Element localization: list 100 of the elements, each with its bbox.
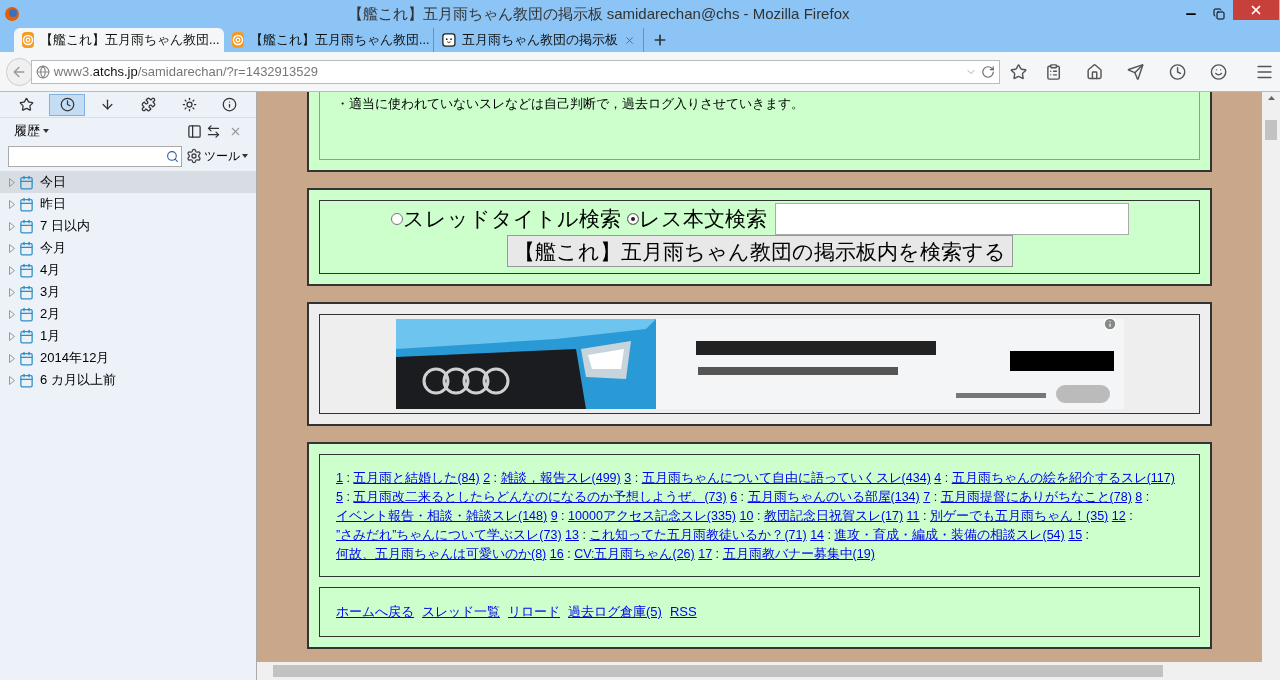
clock-icon[interactable] — [48, 93, 86, 116]
notice-text: ・適当に使われていないスレなどは自己判断で，過去ログ入りさせていきます。 — [336, 95, 805, 113]
reading-list-icon[interactable] — [1045, 62, 1063, 81]
smiley-icon[interactable] — [1209, 62, 1227, 81]
restore-icon — [1213, 8, 1225, 20]
history-item[interactable]: 3月 — [0, 281, 256, 303]
thread-title-link[interactable]: 五月雨ちゃんの絵を紹介するスレ(117) — [951, 471, 1175, 485]
calendar-icon — [19, 174, 34, 190]
panel-icon[interactable] — [187, 123, 202, 139]
history-item[interactable]: 2014年12月 — [0, 347, 256, 369]
clock-icon[interactable] — [1168, 62, 1186, 81]
calendar-icon — [19, 328, 34, 344]
thread-title-link[interactable]: CV:五月雨ちゃん(26) — [574, 547, 695, 561]
thread-title-link[interactable]: 教団記念日祝賀スレ(17) — [763, 509, 904, 523]
scrollbar-thumb[interactable] — [273, 665, 1163, 677]
history-item[interactable]: 1月 — [0, 325, 256, 347]
thread-number-link[interactable]: 7 — [923, 490, 931, 504]
expand-triangle-icon[interactable] — [9, 199, 15, 209]
paper-plane-icon[interactable] — [1127, 62, 1145, 81]
reload-icon[interactable] — [980, 64, 995, 79]
search-icon — [166, 149, 179, 163]
window-title: 【艦これ】五月雨ちゃん教団の掲示板 samidarechan@chs - Mozilla Firefox — [346, 3, 851, 24]
caret-icon — [43, 129, 49, 133]
scrollbar-thumb[interactable] — [1265, 120, 1277, 140]
history-item[interactable]: 7 日以内 — [0, 215, 256, 237]
thread-title-link[interactable]: 五月雨ちゃんについて自由に語っていくスレ(434) — [641, 471, 931, 485]
thread-number-link[interactable]: 17 — [698, 547, 713, 561]
sidebar-title-dropdown[interactable]: 履歴 — [14, 121, 49, 141]
separator-text: : — [561, 509, 565, 523]
thread-title-link[interactable]: 別ゲーでも五月雨ちゃん！(35) — [930, 509, 1109, 523]
radio-button[interactable] — [626, 213, 639, 225]
radio-label[interactable]: スレッドタイトル検索 — [402, 203, 621, 235]
radio-label[interactable]: レス本文検索 — [638, 203, 767, 235]
expand-triangle-icon[interactable] — [9, 265, 15, 275]
scroll-up-arrow-icon[interactable] — [1267, 96, 1275, 100]
thread-number-link[interactable]: 12 — [1111, 509, 1126, 523]
address-bar[interactable]: www3.atchs.jp/samidarechan/?r=1432913529 — [30, 59, 1000, 84]
thread-number-link[interactable]: 9 — [550, 509, 558, 523]
expand-triangle-icon[interactable] — [9, 353, 15, 363]
footer-link[interactable]: スレッド一覧 — [422, 602, 500, 622]
thread-title-link[interactable]: 五月雨提督にありがちなこと(78) — [940, 490, 1132, 504]
thread-number-link[interactable]: 16 — [549, 547, 564, 561]
vertical-scrollbar[interactable] — [1262, 92, 1280, 662]
thread-number-link[interactable]: 8 — [1135, 490, 1143, 504]
horizontal-scrollbar[interactable] — [257, 662, 1280, 680]
search-field[interactable] — [8, 145, 182, 167]
thread-number-link[interactable]: 10 — [739, 509, 754, 523]
history-item[interactable]: 4月 — [0, 259, 256, 281]
radio-button[interactable] — [390, 213, 403, 225]
expand-triangle-icon[interactable] — [9, 243, 15, 253]
history-item[interactable]: 昨日 — [0, 193, 256, 215]
thread-title-link[interactable]: ”さみだれ”ちゃんについて学ぶスレ(73) — [336, 528, 562, 542]
tab-title: 【艦これ】五月雨ちゃん教団... — [250, 31, 430, 49]
footer-link[interactable]: リロード — [508, 602, 560, 622]
search-field[interactable] — [774, 203, 1129, 235]
thread-number-link[interactable]: 1 — [336, 471, 343, 485]
bookmark-star-icon[interactable] — [1009, 62, 1028, 81]
new-tab-icon[interactable] — [652, 32, 668, 48]
thread-number-link[interactable]: 5 — [336, 490, 343, 504]
thread-title-link[interactable]: 雑談，報告スレ(499) — [500, 471, 621, 485]
thread-title-link[interactable]: イベント報告・相談・雑談スレ(148) — [336, 509, 548, 523]
thread-title-link[interactable]: これ知ってた五月雨教徒いるか？(71) — [589, 528, 807, 542]
calendar-icon — [19, 196, 34, 212]
thread-title-link[interactable]: 進攻・育成・編成・装備の相談スレ(54) — [834, 528, 1065, 542]
expand-triangle-icon[interactable] — [9, 287, 15, 297]
history-item[interactable]: 6 カ月以上前 — [0, 369, 256, 391]
thread-title-link[interactable]: 何故、五月雨ちゃんは可愛いのか(8) — [336, 547, 547, 561]
thread-title-link[interactable]: 五月雨教バナー募集中(19) — [722, 547, 875, 561]
thread-number-link[interactable]: 11 — [906, 509, 920, 523]
thread-number-link[interactable]: 13 — [565, 528, 579, 542]
expand-triangle-icon[interactable] — [9, 221, 15, 231]
thread-number-link[interactable]: 4 — [934, 471, 942, 485]
expand-triangle-icon[interactable] — [9, 331, 15, 341]
footer-link[interactable]: ホームへ戻る — [336, 602, 414, 622]
thread-title-link[interactable]: 10000アクセス記念スレ(335) — [568, 509, 737, 523]
thread-number-link[interactable]: 6 — [730, 490, 738, 504]
expand-triangle-icon[interactable] — [9, 309, 15, 319]
thread-number-link[interactable]: 14 — [810, 528, 825, 542]
back-button[interactable] — [6, 57, 33, 86]
history-item[interactable]: 今日 — [0, 171, 256, 193]
thread-number-link[interactable]: 15 — [1068, 528, 1083, 542]
thread-title-link[interactable]: 五月雨ちゃんのいる部屋(134) — [747, 490, 920, 504]
expand-triangle-icon[interactable] — [9, 375, 15, 385]
thread-number-link[interactable]: 2 — [483, 471, 491, 485]
footer-link[interactable]: 過去ログ倉庫(5) — [568, 602, 662, 622]
thread-number-link[interactable]: 3 — [624, 471, 632, 485]
search-button[interactable]: 【艦これ】五月雨ちゃん教団の掲示板内を検索する — [506, 235, 1013, 267]
browser-tab[interactable]: 【艦これ】五月雨ちゃん教団... — [14, 28, 224, 52]
thread-title-link[interactable]: 五月雨改二来るとしたらどんなのになるのか予想しようぜ。(73) — [353, 490, 727, 504]
close-button[interactable] — [1233, 0, 1279, 20]
footer-link[interactable]: RSS — [669, 602, 697, 622]
swap-arrows-icon[interactable] — [206, 123, 221, 139]
history-item[interactable]: 2月 — [0, 303, 256, 325]
expand-triangle-icon[interactable] — [9, 177, 15, 187]
firefox-logo-icon — [4, 6, 20, 22]
history-item[interactable]: 今月 — [0, 237, 256, 259]
home-icon[interactable] — [1086, 62, 1104, 81]
tools-button[interactable]: ツール — [186, 147, 248, 165]
thread-title-link[interactable]: 五月雨と結婚した(84) — [353, 471, 480, 485]
face-icon — [442, 32, 456, 48]
